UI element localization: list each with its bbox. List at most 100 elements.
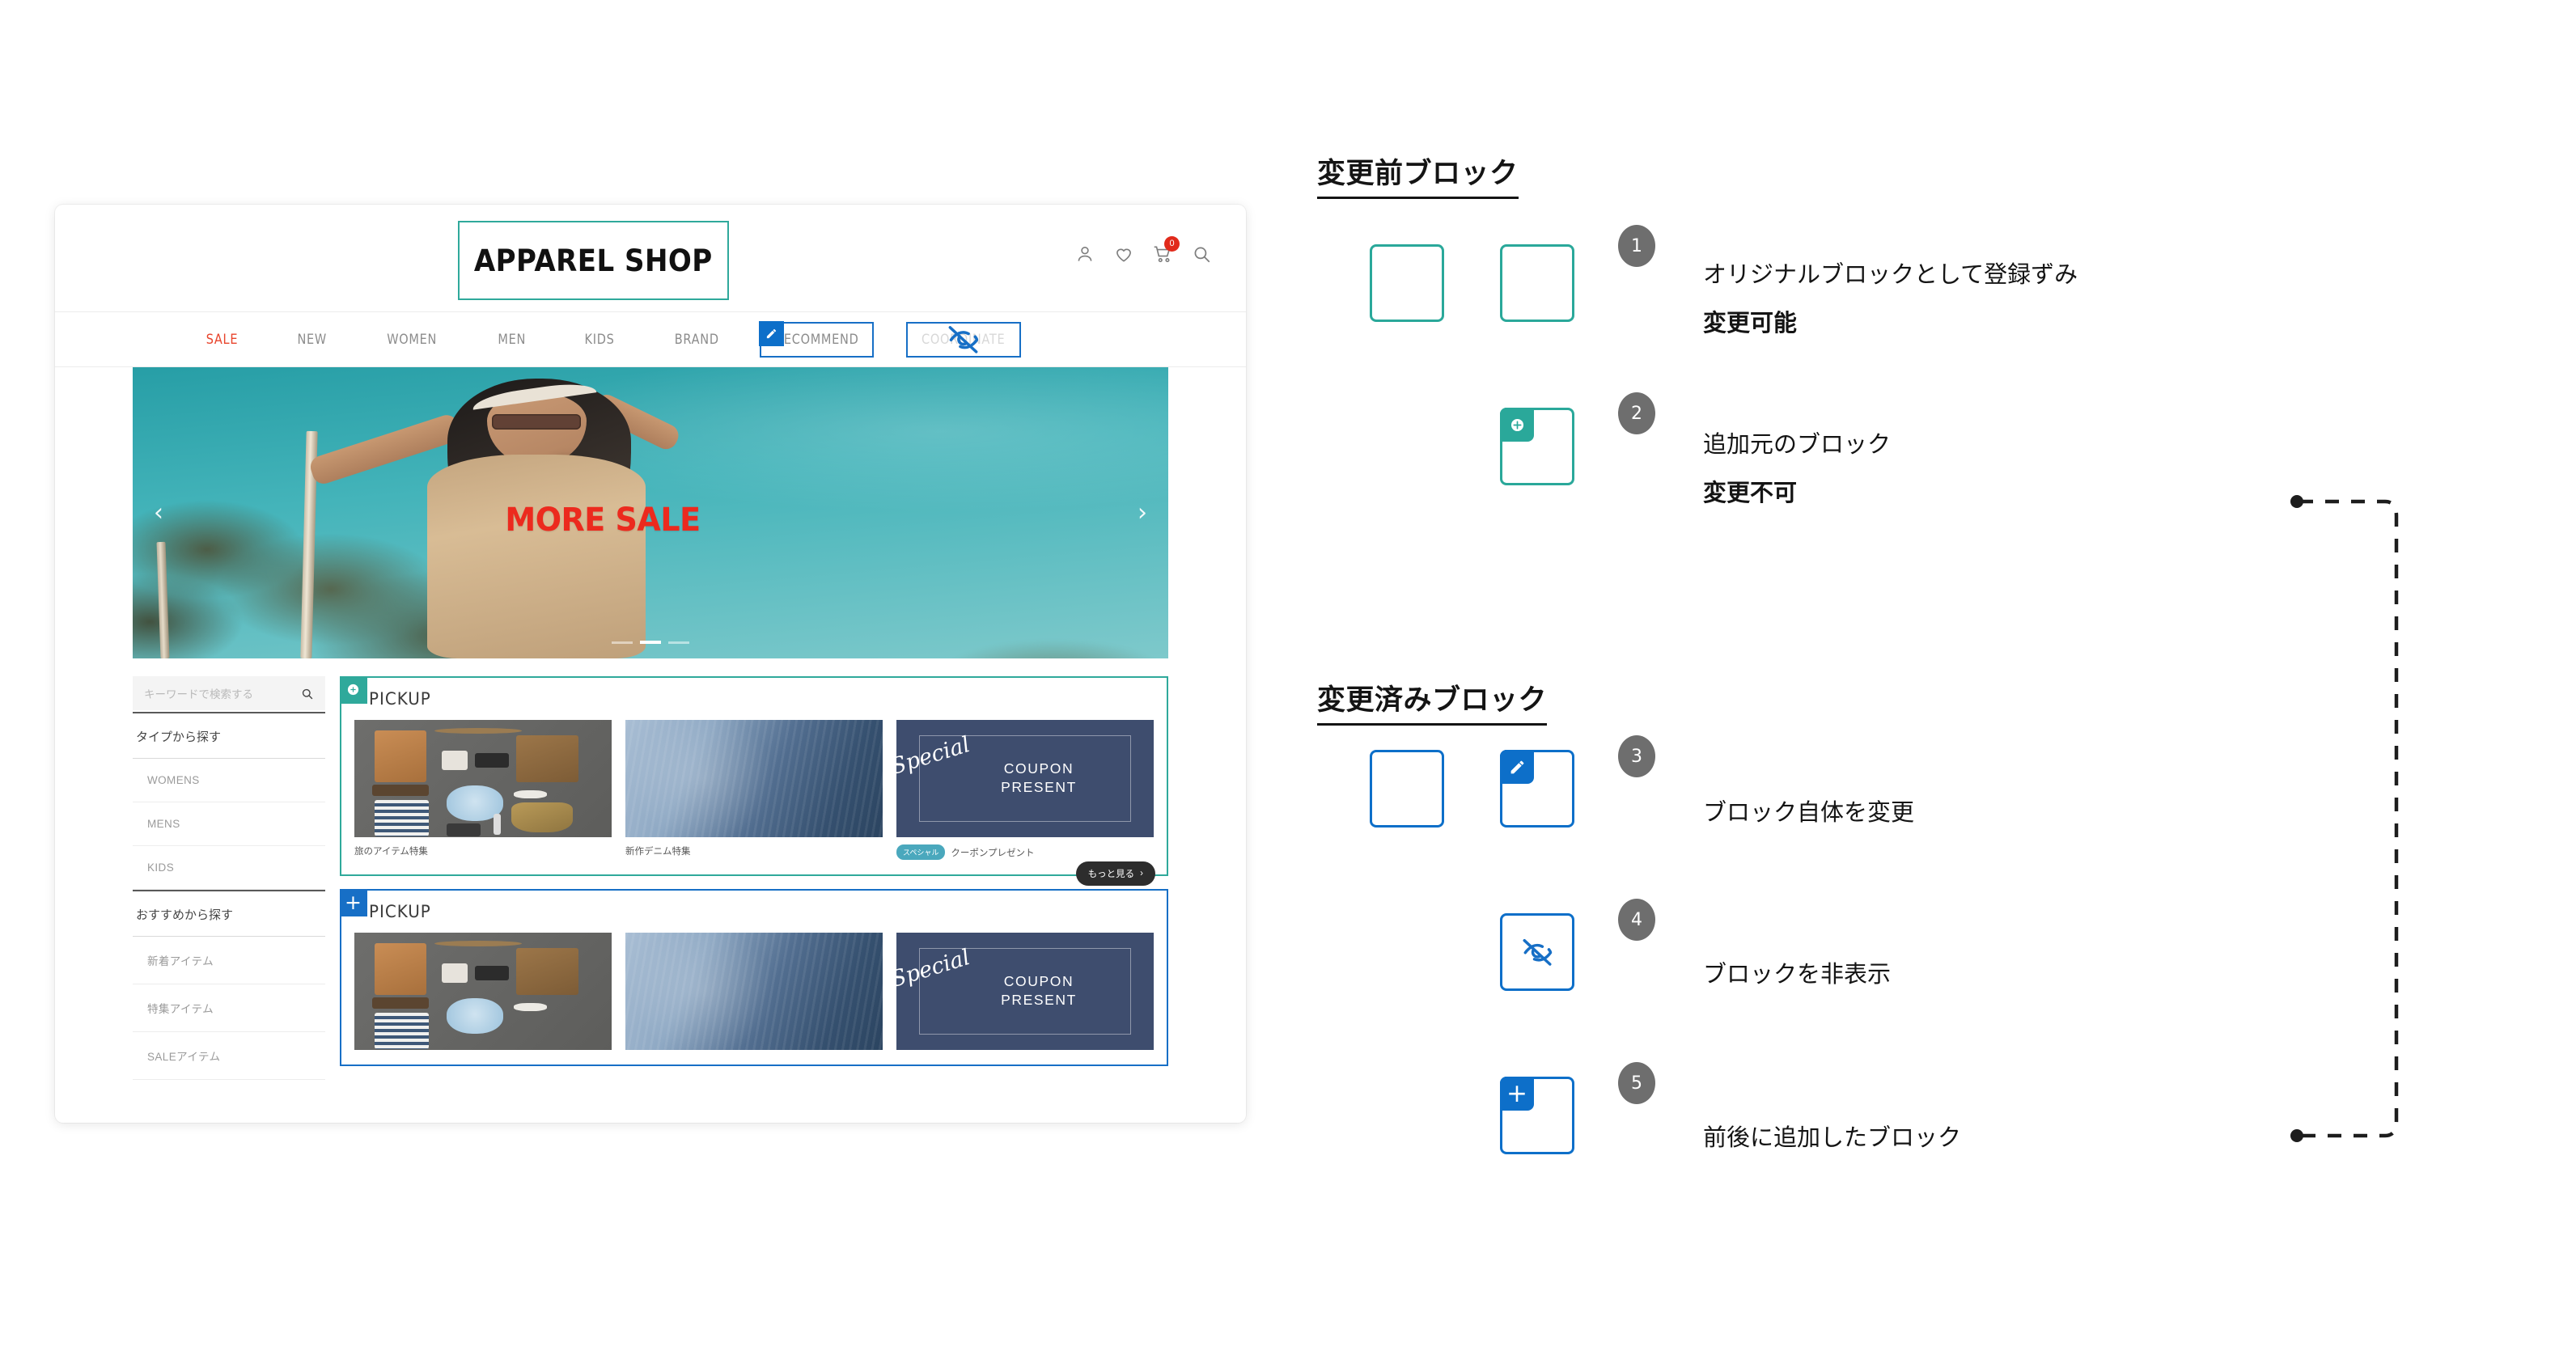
sidebar-item-sale[interactable]: SALEアイテム xyxy=(133,1032,325,1080)
nav-item-coordinate[interactable]: COORDINATE xyxy=(906,321,1021,358)
main-content: PICKUP 旅のアイテム特集 新作デニム特集 Special COUPON P… xyxy=(339,675,1168,1080)
pickup-block-added[interactable]: + PICKUP Special COUPON PRESENT xyxy=(339,888,1168,1066)
nav-item-sale[interactable]: SALE xyxy=(182,332,262,347)
site-header: APPAREL SHOP 0 xyxy=(55,205,1246,312)
account-icon[interactable] xyxy=(1074,243,1095,265)
hero-slide-indicators[interactable] xyxy=(612,641,689,644)
hero-next-arrow[interactable]: › xyxy=(1138,499,1147,527)
block-source-added xyxy=(1500,408,1574,485)
step-number-3: 3 xyxy=(1618,735,1655,777)
annotation-1: オリジナルブロックとして登録ずみ 変更可能 xyxy=(1703,256,2078,338)
sidebar-item-kids[interactable]: KIDS xyxy=(133,846,325,890)
pickup-card[interactable] xyxy=(625,933,883,1050)
sidebar-heading-type: タイプから探す xyxy=(133,712,325,759)
search-placeholder: キーワードで検索する xyxy=(144,688,253,701)
pickup-card[interactable]: 旅のアイテム特集 xyxy=(354,720,612,860)
pickup-card[interactable]: Special COUPON PRESENT スペシャル クーポンプレゼント xyxy=(896,720,1154,860)
block-edited xyxy=(1500,750,1574,827)
hero-carousel[interactable]: MORE SALE ‹ › xyxy=(133,367,1168,658)
pickup-title: PICKUP xyxy=(369,689,431,709)
annotation-2-line-1: 追加元のブロック xyxy=(1703,430,1892,458)
logo-block[interactable]: APPAREL SHOP xyxy=(458,221,729,300)
block-registered-original xyxy=(1500,244,1574,322)
nav-item-brand[interactable]: BRAND xyxy=(650,332,744,347)
travel-items-thumbnail xyxy=(354,720,612,837)
pickup-card[interactable]: 新作デニム特集 xyxy=(625,720,883,860)
hero-indicator-3[interactable] xyxy=(668,641,689,644)
see-more-button[interactable]: もっと見る › xyxy=(1075,861,1155,886)
header-icon-group: 0 xyxy=(1074,236,1212,265)
step-number-4: 4 xyxy=(1618,899,1655,941)
pickup-title: PICKUP xyxy=(369,902,431,921)
denim-thumbnail xyxy=(625,720,883,837)
hero-prev-arrow[interactable]: ‹ xyxy=(154,499,163,527)
coupon-script-text: Special xyxy=(896,731,973,780)
pickup-card-caption: 旅のアイテム特集 xyxy=(354,844,612,857)
nav-item-coordinate-label: COORDINATE xyxy=(922,332,1006,347)
search-icon xyxy=(302,688,313,699)
cart-count-badge: 0 xyxy=(1164,236,1180,252)
see-more-label: もっと見る xyxy=(1087,870,1135,879)
relationship-connector xyxy=(2290,495,2399,1142)
sidebar-item-featured[interactable]: 特集アイテム xyxy=(133,984,325,1032)
denim-thumbnail xyxy=(625,933,883,1050)
coupon-line-2: PRESENT xyxy=(1001,992,1077,1009)
pencil-icon xyxy=(1500,750,1534,784)
annotation-5: 前後に追加したブロック xyxy=(1703,1119,1961,1153)
pickup-card-tag: スペシャル xyxy=(896,844,946,860)
cart-icon[interactable]: 0 xyxy=(1152,236,1180,265)
annotation-2-line-2: 変更不可 xyxy=(1703,479,1798,506)
coupon-line-1: COUPON xyxy=(1003,972,1074,989)
pickup-card[interactable]: Special COUPON PRESENT xyxy=(896,933,1154,1050)
nav-item-new[interactable]: NEW xyxy=(273,332,350,347)
annotation-2: 追加元のブロック 変更不可 xyxy=(1703,425,1891,508)
step-number-2: 2 xyxy=(1618,392,1655,434)
eye-off-icon xyxy=(1502,916,1572,988)
section-title-before: 変更前ブロック xyxy=(1317,150,1519,199)
annotation-5-line-1: 前後に追加したブロック xyxy=(1703,1124,1962,1151)
pickup-card-caption-text: クーポンプレゼント xyxy=(951,848,1035,858)
search-icon[interactable] xyxy=(1191,243,1212,265)
pickup-card-grid: 旅のアイテム特集 新作デニム特集 Special COUPON PRESENT … xyxy=(354,720,1154,860)
block-sample-plain-teal xyxy=(1370,244,1444,322)
pickup-card-caption-text: 新作デニム特集 xyxy=(625,847,691,857)
sidebar-item-mens[interactable]: MENS xyxy=(133,802,325,846)
block-added-around: + xyxy=(1500,1077,1574,1154)
pickup-block-original[interactable]: PICKUP 旅のアイテム特集 新作デニム特集 Special COUPON P… xyxy=(339,675,1168,886)
coupon-headline: COUPON PRESENT xyxy=(1001,972,1077,1010)
sidebar-item-womens[interactable]: WOMENS xyxy=(133,759,325,802)
coupon-thumbnail: Special COUPON PRESENT xyxy=(896,933,1154,1050)
nav-item-kids[interactable]: KIDS xyxy=(561,332,639,347)
sidebar: キーワードで検索する タイプから探す WOMENS MENS KIDS おすすめ… xyxy=(133,676,325,1080)
coupon-thumbnail: Special COUPON PRESENT xyxy=(896,720,1154,837)
coupon-line-2: PRESENT xyxy=(1001,779,1077,796)
nav-item-men[interactable]: MEN xyxy=(473,332,550,347)
pickup-card[interactable] xyxy=(354,933,612,1050)
hero-foliage-secondary xyxy=(899,612,1168,658)
annotation-1-line-2: 変更可能 xyxy=(1703,309,1798,336)
site-logo-text: APPAREL SHOP xyxy=(474,243,713,278)
site-body: キーワードで検索する タイプから探す WOMENS MENS KIDS おすすめ… xyxy=(55,658,1246,1080)
chevron-right-icon: › xyxy=(1140,869,1143,878)
search-input[interactable]: キーワードで検索する xyxy=(133,676,325,710)
annotation-4-line-1: ブロックを非表示 xyxy=(1703,960,1892,988)
plus-icon: + xyxy=(1500,1077,1534,1111)
site-preview-mockup: APPAREL SHOP 0 SALE NEW WOMEN MEN KIDS B… xyxy=(55,205,1246,1123)
annotation-4: ブロックを非表示 xyxy=(1703,955,1891,989)
sidebar-item-new-arrivals[interactable]: 新着アイテム xyxy=(133,937,325,984)
step-number-5: 5 xyxy=(1618,1062,1655,1104)
hero-indicator-2[interactable] xyxy=(640,641,661,644)
hero-indicator-1[interactable] xyxy=(612,641,633,644)
plus-icon: + xyxy=(339,888,367,916)
wishlist-heart-icon[interactable] xyxy=(1113,243,1134,265)
site-navigation: SALE NEW WOMEN MEN KIDS BRAND RECOMMEND … xyxy=(55,312,1246,367)
travel-items-thumbnail xyxy=(354,933,612,1050)
block-hidden xyxy=(1500,913,1574,991)
nav-item-recommend-wrapper: RECOMMEND xyxy=(758,320,875,358)
pickup-card-caption-text: 旅のアイテム特集 xyxy=(354,847,428,857)
nav-item-recommend-label: RECOMMEND xyxy=(774,332,859,347)
nav-item-women[interactable]: WOMEN xyxy=(363,332,462,347)
pickup-card-caption: スペシャル クーポンプレゼント xyxy=(896,844,1154,860)
section-title-after: 変更済みブロック xyxy=(1317,677,1548,726)
connector-endpoint-top xyxy=(2290,495,2303,508)
